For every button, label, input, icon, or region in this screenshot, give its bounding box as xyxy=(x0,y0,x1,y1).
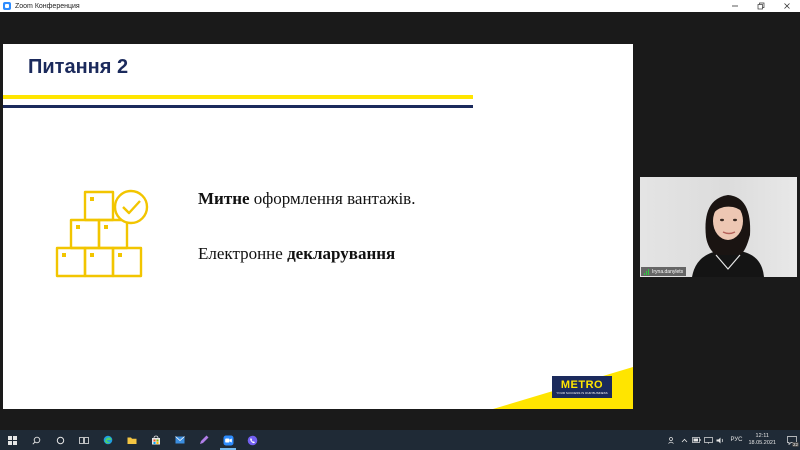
system-tray: РУС 12:11 18.05.2021 22 xyxy=(666,430,800,450)
search-icon xyxy=(31,436,40,445)
volume-icon xyxy=(716,437,723,443)
cortana-button[interactable] xyxy=(48,430,72,450)
window-title: Zoom Конференция xyxy=(15,2,80,10)
keyboard-language-indicator[interactable]: РУС xyxy=(730,437,742,443)
restore-button[interactable] xyxy=(748,0,774,12)
zoom-app-icon xyxy=(3,2,11,10)
tray-chevron-button[interactable] xyxy=(678,430,690,450)
chevron-up-icon xyxy=(681,438,688,442)
action-center-button[interactable]: 22 xyxy=(784,430,800,450)
battery-icon xyxy=(692,437,701,443)
zoom-meeting-area: Питання 2 Митне оформлення вантажів. Еле… xyxy=(0,12,800,430)
customs-boxes-icon xyxy=(55,189,149,278)
pen-icon xyxy=(200,435,209,444)
notification-count-badge: 22 xyxy=(791,442,799,447)
title-underline-navy xyxy=(3,105,473,108)
network-icon xyxy=(704,436,713,444)
tray-volume-button[interactable] xyxy=(714,430,726,450)
taskbar-pen[interactable] xyxy=(192,430,216,450)
slide-title: Питання 2 xyxy=(28,56,129,78)
taskbar-store[interactable] xyxy=(144,430,168,450)
line2-bold: декларування xyxy=(287,244,396,263)
restore-icon xyxy=(757,2,765,10)
close-button[interactable] xyxy=(774,0,800,12)
taskbar-search-button[interactable] xyxy=(24,430,48,450)
participant-avatar-image xyxy=(692,195,764,277)
taskbar-mail[interactable] xyxy=(168,430,192,450)
clock-date: 18.05.2021 xyxy=(748,440,776,446)
slide-text-line-1: Митне оформлення вантажів. xyxy=(198,189,415,209)
participant-name-tag: Iryna.danylets xyxy=(641,267,687,276)
close-icon xyxy=(784,3,790,9)
windows-taskbar: РУС 12:11 18.05.2021 22 xyxy=(0,430,800,450)
taskbar-viber[interactable] xyxy=(240,430,264,450)
metro-logo-word: METRO xyxy=(560,378,604,391)
window-controls xyxy=(722,0,800,12)
line1-rest: оформлення вантажів. xyxy=(249,189,416,208)
people-icon xyxy=(668,436,675,444)
cortana-icon xyxy=(56,436,64,444)
slide-text-line-2: Електронне декларування xyxy=(198,244,395,264)
clock-time: 12:11 xyxy=(755,433,769,439)
zoom-icon xyxy=(223,435,233,445)
tray-battery-button[interactable] xyxy=(690,430,702,450)
taskbar-zoom[interactable] xyxy=(216,430,240,450)
taskbar-explorer[interactable] xyxy=(120,430,144,450)
line1-bold: Митне xyxy=(198,189,250,208)
start-button[interactable] xyxy=(0,430,24,450)
mail-icon xyxy=(175,436,185,444)
tray-people-button[interactable] xyxy=(666,430,678,450)
minimize-icon xyxy=(732,5,738,7)
edge-icon xyxy=(103,435,113,445)
metro-logo-tagline: YOUR SUCCESS IS OUR BUSINESS xyxy=(556,390,608,395)
store-bag-icon xyxy=(152,435,160,445)
windows-start-icon xyxy=(7,435,17,445)
window-titlebar: Zoom Конференция xyxy=(0,0,800,12)
task-view-button[interactable] xyxy=(72,430,96,450)
line2-normal: Електронне xyxy=(198,244,288,263)
task-view-icon xyxy=(79,436,89,444)
tray-network-button[interactable] xyxy=(702,430,714,450)
taskbar-edge[interactable] xyxy=(96,430,120,450)
file-explorer-icon xyxy=(127,437,137,444)
viber-icon xyxy=(247,435,257,445)
minimize-button[interactable] xyxy=(722,0,748,12)
shared-screen-slide: Питання 2 Митне оформлення вантажів. Еле… xyxy=(3,44,633,409)
participant-video-tile[interactable]: Iryna.danylets xyxy=(640,177,797,277)
participant-name: Iryna.danylets xyxy=(652,268,684,275)
taskbar-clock[interactable]: 12:11 18.05.2021 xyxy=(748,433,776,447)
metro-logo: METRO YOUR SUCCESS IS OUR BUSINESS xyxy=(552,376,612,398)
title-underline-yellow xyxy=(3,95,473,99)
signal-strength-icon xyxy=(644,268,650,275)
